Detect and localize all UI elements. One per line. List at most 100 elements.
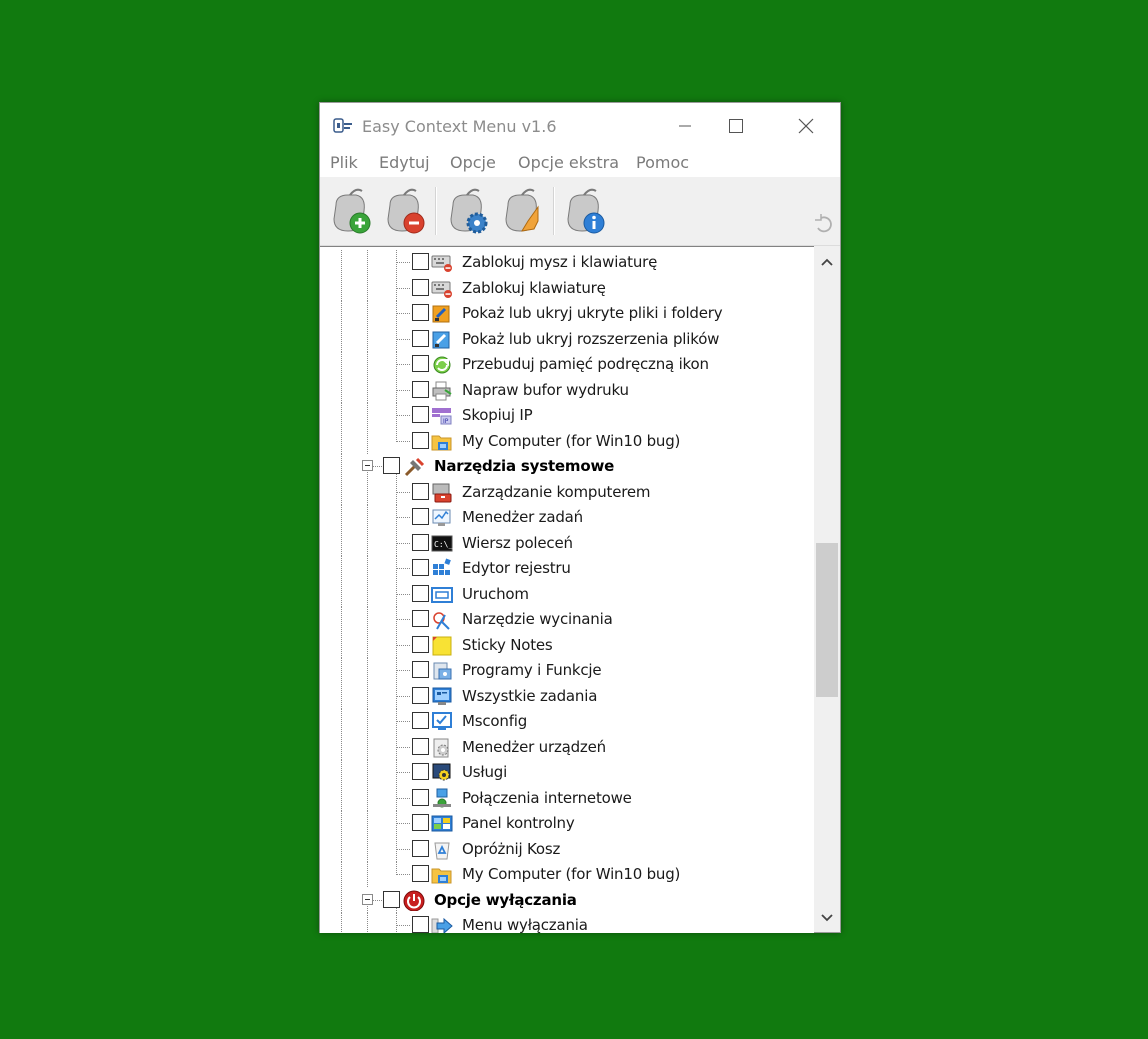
item-checkbox[interactable] [412, 431, 429, 449]
tree-item[interactable]: C:\_ Wiersz poleceń [320, 530, 814, 556]
item-checkbox[interactable] [412, 610, 429, 627]
item-checkbox[interactable] [412, 508, 429, 525]
tree-item[interactable]: IP Skopiuj IP [320, 403, 814, 428]
item-checkbox[interactable] [412, 686, 429, 704]
tree-item[interactable]: Zarządzanie komputerem [320, 479, 814, 505]
item-label: Narzędzie wycinania [462, 610, 613, 628]
menu-edytuj[interactable]: Edytuj [379, 153, 430, 172]
tree-guide-line [396, 338, 410, 340]
tree-item[interactable]: Usługi [320, 760, 814, 785]
scroll-down-button[interactable] [814, 906, 840, 930]
tree-item[interactable]: Opróżnij Kosz [320, 836, 814, 862]
tree-item[interactable]: Menedżer zadań [320, 505, 814, 530]
context-menu-tree[interactable]: Zablokuj mysz i klawiaturę Zablokuj klawi… [320, 246, 814, 933]
run-icon [431, 586, 453, 603]
tree-item[interactable]: Przebuduj pamięć podręczną ikon [320, 352, 814, 377]
power-icon [403, 890, 425, 911]
tree-item[interactable]: Panel kontrolny [320, 811, 814, 836]
tree-guide-line [341, 479, 342, 505]
item-label: Uruchom [462, 584, 529, 603]
tree-guide-line [341, 428, 342, 454]
tree-guide-line [396, 670, 410, 671]
menu-opcje-ekstra[interactable]: Opcje ekstra [518, 153, 619, 172]
tree-item[interactable]: Wszystkie zadania [320, 683, 814, 709]
item-checkbox[interactable] [383, 890, 400, 908]
about-button[interactable] [560, 185, 610, 235]
tree-guide-line [373, 466, 382, 467]
tree-item[interactable]: Menedżer urządzeń [320, 734, 814, 760]
item-label: Edytor rejestru [462, 559, 571, 577]
close-button[interactable] [783, 111, 829, 141]
tree-item[interactable]: Narzędzie wycinania [320, 607, 814, 632]
collapse-toggle[interactable] [362, 893, 373, 905]
tree-item[interactable]: Pokaż lub ukryj rozszerzenia plików [320, 326, 814, 352]
mouse-add-icon [333, 188, 371, 234]
item-label: Msconfig [462, 712, 528, 730]
item-checkbox[interactable] [412, 329, 429, 347]
menu-opcje[interactable]: Opcje [450, 153, 496, 172]
tree-category[interactable]: Opcje wyłączania [320, 887, 814, 913]
item-checkbox[interactable] [412, 635, 429, 653]
tree-guide-line [367, 709, 368, 734]
minimize-button[interactable] [662, 111, 708, 141]
item-checkbox[interactable] [412, 559, 429, 576]
item-checkbox[interactable] [412, 763, 429, 780]
tree-item[interactable]: My Computer (for Win10 bug) [320, 862, 814, 887]
menu-plik[interactable]: Plik [330, 153, 358, 172]
item-checkbox[interactable] [412, 839, 429, 857]
tree-guide-line [367, 530, 368, 556]
item-checkbox[interactable] [412, 814, 429, 831]
tree-guide-line [396, 721, 410, 722]
item-checkbox[interactable] [412, 712, 429, 729]
item-label: Napraw bufor wydruku [462, 380, 629, 399]
tree-item[interactable]: Menu wyłączania [320, 913, 814, 933]
collapse-toggle[interactable] [362, 460, 373, 471]
title-bar[interactable]: Easy Context Menu v1.6 [320, 103, 840, 149]
tree-item[interactable]: Sticky Notes [320, 632, 814, 658]
printer-icon [432, 381, 452, 400]
item-checkbox[interactable] [412, 278, 429, 296]
add-to-menu-button[interactable] [326, 185, 376, 235]
item-checkbox[interactable] [412, 916, 429, 933]
item-checkbox[interactable] [412, 584, 429, 602]
item-checkbox[interactable] [412, 482, 429, 500]
item-checkbox[interactable] [412, 661, 429, 678]
item-label: Opcje wyłączania [434, 890, 577, 909]
tree-item[interactable]: Programy i Funkcje [320, 658, 814, 683]
item-checkbox[interactable] [412, 253, 429, 270]
clean-button[interactable] [498, 185, 548, 235]
item-checkbox[interactable] [383, 457, 400, 474]
item-checkbox[interactable] [412, 737, 429, 755]
remove-from-menu-button[interactable] [380, 185, 430, 235]
tree-item[interactable]: Edytor rejestru [320, 556, 814, 581]
tree-item[interactable]: Msconfig [320, 709, 814, 734]
item-label: Pokaż lub ukryj rozszerzenia plików [462, 329, 720, 348]
tree-item[interactable]: Napraw bufor wydruku [320, 377, 814, 403]
tree-item[interactable]: Połączenia internetowe [320, 785, 814, 811]
item-checkbox[interactable] [412, 380, 429, 398]
item-checkbox[interactable] [412, 406, 429, 423]
item-label: Menedżer urządzeń [462, 737, 606, 756]
scroll-up-button[interactable] [814, 250, 840, 274]
tree-guide-line [396, 746, 410, 748]
item-checkbox[interactable] [412, 304, 429, 321]
item-checkbox[interactable] [412, 788, 429, 806]
item-label: My Computer (for Win10 bug) [462, 431, 681, 450]
tree-item[interactable]: Zablokuj klawiaturę [320, 275, 814, 301]
settings-button[interactable] [443, 185, 493, 235]
maximize-button[interactable] [713, 111, 759, 141]
arrow-right-icon [431, 917, 453, 933]
tree-category[interactable]: Narzędzia systemowe [320, 454, 814, 479]
scrollbar-thumb[interactable] [816, 543, 838, 697]
tree-item[interactable]: Zablokuj mysz i klawiaturę [320, 250, 814, 275]
tree-item[interactable]: Pokaż lub ukryj ukryte pliki i foldery [320, 301, 814, 326]
tools-icon [404, 457, 425, 477]
undo-icon[interactable] [812, 211, 834, 233]
item-checkbox[interactable] [412, 533, 429, 551]
tree-item[interactable]: My Computer (for Win10 bug) [320, 428, 814, 454]
menu-pomoc[interactable]: Pomoc [636, 153, 689, 172]
item-checkbox[interactable] [412, 865, 429, 882]
tree-item[interactable]: Uruchom [320, 581, 814, 607]
item-checkbox[interactable] [412, 355, 429, 372]
vertical-scrollbar[interactable] [814, 246, 840, 932]
